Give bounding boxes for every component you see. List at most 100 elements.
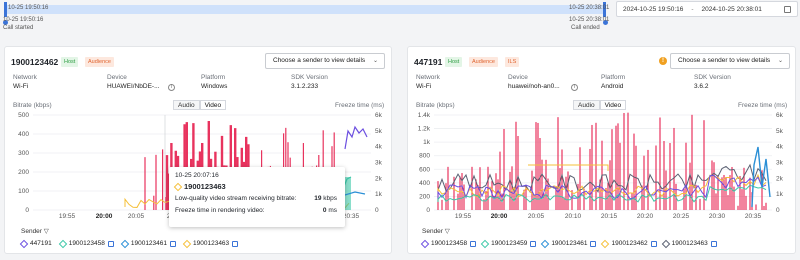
call-end-time: 10-25 20:38:01 — [569, 17, 610, 23]
y-tick-label-right: 5k — [776, 128, 784, 135]
tooltip-bitrate-label: Low-quality video stream receiving bitra… — [175, 195, 297, 202]
y-axis-right: 6k 5k 4k 3k 2k 1k 0 — [776, 112, 784, 214]
legend-item[interactable]: 1900123463 — [661, 239, 717, 248]
legend-label: 447191 — [30, 240, 52, 247]
calendar-icon[interactable] — [784, 5, 791, 13]
call-start-time: 10-25 19:50:16 — [3, 17, 44, 23]
legend-label: 1900123462 — [611, 240, 648, 247]
timeline-range-bar[interactable] — [5, 5, 605, 14]
tooltip-uid: 1900123463 — [184, 182, 226, 191]
x-tick-label: 20:15 — [601, 213, 618, 220]
legend-item[interactable]: 1900123462 — [601, 239, 657, 248]
legend-label: 1900123461 — [551, 240, 588, 247]
x-tick-label: 19:55 — [59, 213, 76, 220]
bitrate-chart-right[interactable]: 1.4k 1.2k 1k 800 600 400 200 0 6k 5k 4k 3k 2k 1k 0 19… — [408, 47, 797, 255]
legend-marker-icon — [182, 239, 192, 248]
x-tick-label: 20:00 — [491, 213, 508, 220]
tooltip-time: 10-25 20:07:16 — [175, 172, 219, 179]
external-link-icon[interactable] — [590, 240, 597, 247]
legend-item[interactable]: 1900123458 — [58, 239, 114, 248]
tooltip-freeze-label: Freeze time in rendering video: — [175, 207, 265, 214]
y-tick-label-right: 1k — [776, 191, 784, 198]
filter-icon[interactable]: ▽ — [44, 228, 49, 235]
y-tick-label-right: 4k — [375, 144, 383, 151]
y-tick-label: 1.4k — [418, 112, 431, 119]
legend-label: 1900123458 — [431, 240, 468, 247]
app-root: 10-25 19:50:16 10-25 20:38:01 10-25 19:5… — [0, 0, 800, 260]
y-tick-label: 800 — [419, 153, 430, 160]
legend-label: 1900123459 — [491, 240, 528, 247]
x-tick-label: 20:20 — [637, 213, 654, 220]
legend-item[interactable]: 1900123459 — [480, 239, 537, 248]
call-end-caption: Call ended — [571, 25, 600, 31]
legend-item[interactable]: 1900123458 — [420, 239, 477, 248]
range-separator: - — [691, 5, 694, 13]
external-link-icon[interactable] — [107, 240, 114, 247]
range-start-input[interactable]: 2024-10-25 19:50:16 — [623, 6, 683, 13]
legend-label: 1900123461 — [130, 240, 168, 247]
y-axis-left: 500 400 300 200 100 0 — [18, 112, 29, 214]
legend-title[interactable]: Sender ▽ — [21, 227, 49, 235]
call-start-caption: Call started — [3, 25, 34, 31]
legend-item[interactable]: 447191 — [19, 239, 52, 248]
legend-title[interactable]: Sender ▽ — [422, 227, 450, 235]
date-range-picker[interactable]: 2024-10-25 19:50:16 - 2024-10-25 20:38:0… — [616, 1, 798, 17]
filter-icon[interactable]: ▽ — [445, 228, 450, 235]
x-tick-label: 20:30 — [709, 213, 726, 220]
external-link-icon[interactable] — [470, 240, 477, 247]
freeze-number: 0 — [322, 207, 327, 214]
y-tick-label-right: 2k — [375, 175, 383, 182]
timeline-start-label: 10-25 19:50:16 — [8, 5, 49, 11]
legend-marker-icon — [601, 239, 610, 248]
y-tick-label: 1k — [423, 139, 431, 146]
y-tick-label-right: 2k — [776, 175, 784, 182]
y-tick-label-right: 3k — [375, 160, 383, 167]
legend-item[interactable]: 1900123461 — [541, 239, 597, 248]
y-tick-label: 500 — [18, 112, 29, 119]
chart-series — [437, 112, 771, 210]
timeline-start-handle[interactable] — [4, 2, 7, 17]
y-tick-label-right: 4k — [776, 144, 784, 151]
y-tick-label: 400 — [419, 180, 430, 187]
y-tick-label: 300 — [18, 150, 29, 157]
y-tick-label-right: 6k — [375, 112, 383, 119]
legend-label: 1900123463 — [193, 240, 230, 247]
y-tick-label: 0 — [426, 207, 430, 214]
chart-grid — [434, 114, 772, 211]
x-tick-label: 20:10 — [565, 213, 582, 220]
call-timeline[interactable]: 10-25 19:50:16 10-25 20:38:01 10-25 19:5… — [0, 0, 612, 40]
timeline-end-label: 10-25 20:38:01 — [569, 5, 610, 11]
external-link-icon[interactable] — [710, 240, 717, 247]
external-link-icon[interactable] — [530, 240, 537, 247]
legend-marker-icon — [58, 239, 67, 248]
series-line-447191 — [344, 125, 368, 150]
x-tick-label: 20:00 — [96, 213, 113, 220]
external-link-icon[interactable] — [170, 240, 177, 247]
x-tick-label: 20:25 — [673, 213, 690, 220]
tooltip-freeze-value: 0 ms — [323, 207, 337, 214]
external-link-icon[interactable] — [650, 240, 657, 247]
legend-item[interactable]: 1900123463 — [182, 239, 239, 248]
range-end-input[interactable]: 2024-10-25 20:38:01 — [702, 6, 762, 13]
legend-label: 1900123463 — [671, 240, 708, 247]
y-tick-label-right: 6k — [776, 112, 784, 119]
sender-legend: 1900123458 1900123459 1900123461 1900123… — [420, 239, 717, 248]
y-tick-label-right: 3k — [776, 160, 784, 167]
x-axis: 19:55 20:00 20:05 20:10 20:15 20:20 20:25 20:30… — [455, 213, 762, 220]
y-tick-label-right: 5k — [375, 128, 383, 135]
legend-title-text: Sender — [422, 228, 443, 235]
legend-marker-icon — [120, 239, 130, 248]
y-axis-left: 1.4k 1.2k 1k 800 600 400 200 0 — [418, 112, 431, 214]
legend-marker-icon — [420, 239, 430, 248]
y-tick-label: 1.2k — [418, 126, 431, 133]
external-link-icon[interactable] — [232, 240, 239, 247]
y-tick-label-right: 1k — [375, 191, 383, 198]
bitrate-number: 19 — [314, 195, 322, 202]
user-panel-left: 1900123462 Host Audience Choose a sender… — [4, 46, 392, 254]
y-tick-label: 0 — [25, 207, 29, 214]
y-tick-label: 200 — [18, 169, 29, 176]
y-tick-label-right: 0 — [776, 207, 780, 214]
legend-marker-icon — [480, 239, 490, 248]
legend-item[interactable]: 1900123461 — [120, 239, 177, 248]
tooltip-bitrate-value: 19 kbps — [314, 195, 337, 202]
